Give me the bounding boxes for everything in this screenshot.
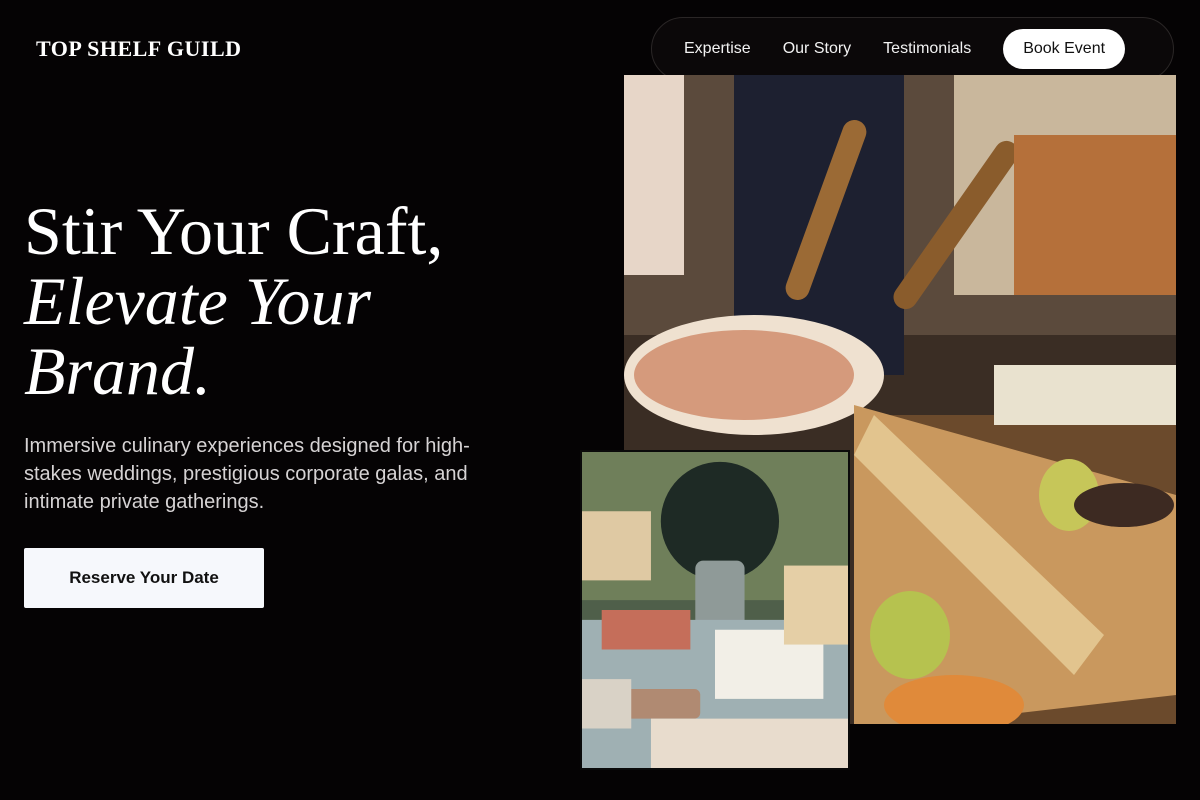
catering-table-illustration [582,452,848,768]
reserve-date-button[interactable]: Reserve Your Date [24,548,264,608]
hero-title-line2: Elevate Your [24,263,371,339]
main-nav: Expertise Our Story Testimonials Book Ev… [651,17,1174,81]
outdoor-catering-table-photo [580,450,850,770]
hero-title-line3: Brand. [24,333,211,409]
hero-title-line1: Stir Your Craft, [24,193,444,269]
book-event-button[interactable]: Book Event [1003,29,1126,69]
nav-link-our-story[interactable]: Our Story [783,40,851,58]
brand-logo[interactable]: TOP SHELF GUILD [36,36,242,62]
nav-link-expertise[interactable]: Expertise [684,40,751,58]
hero-subtitle: Immersive culinary experiences designed … [24,435,470,513]
hero-title: Stir Your Craft, Elevate Your Brand. [24,196,443,406]
nav-link-testimonials[interactable]: Testimonials [883,40,971,58]
